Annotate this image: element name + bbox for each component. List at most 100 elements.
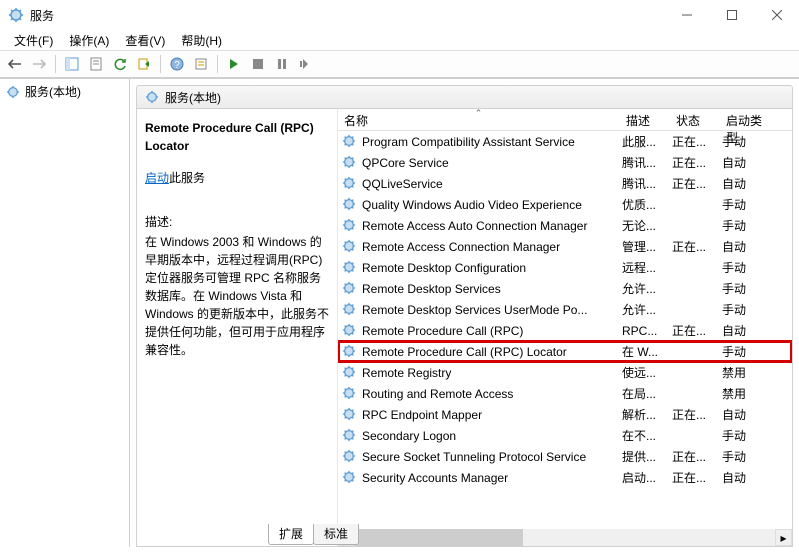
titlebar: 服务	[0, 0, 799, 30]
table-row[interactable]: Quality Windows Audio Video Experience优质…	[338, 194, 792, 215]
cell-description: 腾讯...	[622, 175, 672, 192]
description-label: 描述:	[145, 213, 329, 231]
cell-startup: 禁用	[722, 385, 772, 402]
cell-status: 正在...	[672, 133, 722, 150]
cell-name: Remote Procedure Call (RPC)	[362, 324, 622, 338]
tree-item-services-local[interactable]: 服务(本地)	[0, 79, 129, 104]
service-icon	[342, 344, 358, 360]
table-row[interactable]: Remote Access Auto Connection Manager无论.…	[338, 215, 792, 236]
menu-view[interactable]: 查看(V)	[117, 30, 173, 51]
start-service-line: 启动此服务	[145, 169, 329, 187]
cell-name: Remote Desktop Configuration	[362, 261, 622, 275]
service-icon	[342, 281, 358, 297]
service-icon	[342, 302, 358, 318]
cell-status: 正在...	[672, 406, 722, 423]
table-row[interactable]: QPCore Service腾讯...正在...自动	[338, 152, 792, 173]
service-icon	[342, 449, 358, 465]
restart-service-button[interactable]	[295, 53, 317, 75]
cell-description: 腾讯...	[622, 154, 672, 171]
horizontal-scrollbar[interactable]: ◂ ▸	[338, 529, 792, 546]
service-icon	[342, 218, 358, 234]
table-row[interactable]: Remote Desktop Services UserMode Po...允许…	[338, 299, 792, 320]
cell-description: RPC...	[622, 324, 672, 338]
menu-help[interactable]: 帮助(H)	[173, 30, 230, 51]
services-list: 名称 描述 状态 启动类型 Program Compatibility Assi…	[337, 109, 792, 546]
cell-name: Remote Access Auto Connection Manager	[362, 219, 622, 233]
back-button[interactable]	[4, 53, 26, 75]
cell-status: 正在...	[672, 238, 722, 255]
service-icon	[342, 323, 358, 339]
cell-description: 在局...	[622, 385, 672, 402]
column-startup[interactable]: 启动类型	[720, 109, 775, 130]
cell-description: 优质...	[622, 196, 672, 213]
table-row[interactable]: Remote Registry使远...禁用	[338, 362, 792, 383]
close-button[interactable]	[754, 0, 799, 30]
cell-startup: 手动	[722, 427, 772, 444]
cell-name: Remote Desktop Services	[362, 282, 622, 296]
table-row[interactable]: Remote Procedure Call (RPC) Locator在 W..…	[338, 341, 792, 362]
help-button[interactable]: ?	[166, 53, 188, 75]
cell-description: 使远...	[622, 364, 672, 381]
service-icon	[342, 197, 358, 213]
detail-pane: Remote Procedure Call (RPC) Locator 启动此服…	[137, 109, 337, 546]
service-icon	[342, 365, 358, 381]
pause-service-button[interactable]	[271, 53, 293, 75]
cell-startup: 自动	[722, 175, 772, 192]
properties-icon[interactable]	[85, 53, 107, 75]
tab-standard[interactable]: 标准	[313, 524, 359, 545]
pane-title: 服务(本地)	[165, 89, 221, 106]
menu-action[interactable]: 操作(A)	[61, 30, 117, 51]
table-row[interactable]: Remote Procedure Call (RPC)RPC...正在...自动	[338, 320, 792, 341]
cell-description: 远程...	[622, 259, 672, 276]
cell-startup: 自动	[722, 154, 772, 171]
refresh-button[interactable]	[109, 53, 131, 75]
cell-startup: 手动	[722, 448, 772, 465]
cell-name: Secondary Logon	[362, 429, 622, 443]
cell-description: 无论...	[622, 217, 672, 234]
start-service-link[interactable]: 启动	[145, 171, 169, 185]
table-row[interactable]: Security Accounts Manager启动...正在...自动	[338, 467, 792, 488]
cell-description: 允许...	[622, 301, 672, 318]
start-service-button[interactable]	[223, 53, 245, 75]
column-status[interactable]: 状态	[670, 109, 720, 130]
toolbar: ?	[0, 50, 799, 78]
menu-file[interactable]: 文件(F)	[6, 30, 61, 51]
show-hide-tree-button[interactable]	[61, 53, 83, 75]
table-row[interactable]: Routing and Remote Access在局...禁用	[338, 383, 792, 404]
tab-extended[interactable]: 扩展	[268, 524, 314, 545]
maximize-button[interactable]	[709, 0, 754, 30]
column-description[interactable]: 描述	[620, 109, 670, 130]
cell-name: Quality Windows Audio Video Experience	[362, 198, 622, 212]
table-row[interactable]: Secure Socket Tunneling Protocol Service…	[338, 446, 792, 467]
cell-startup: 手动	[722, 301, 772, 318]
cell-status: 正在...	[672, 175, 722, 192]
cell-name: Program Compatibility Assistant Service	[362, 135, 622, 149]
table-row[interactable]: Program Compatibility Assistant Service此…	[338, 131, 792, 152]
cell-startup: 禁用	[722, 364, 772, 381]
table-row[interactable]: Remote Access Connection Manager管理...正在.…	[338, 236, 792, 257]
table-row[interactable]: Secondary Logon在不...手动	[338, 425, 792, 446]
column-name[interactable]: 名称	[338, 109, 620, 130]
table-row[interactable]: Remote Desktop Services允许...手动	[338, 278, 792, 299]
export-button[interactable]	[133, 53, 155, 75]
cell-status: 正在...	[672, 154, 722, 171]
scroll-right-icon[interactable]: ▸	[775, 529, 792, 546]
properties-button[interactable]	[190, 53, 212, 75]
table-row[interactable]: Remote Desktop Configuration远程...手动	[338, 257, 792, 278]
service-icon	[342, 407, 358, 423]
table-row[interactable]: RPC Endpoint Mapper解析...正在...自动	[338, 404, 792, 425]
forward-button[interactable]	[28, 53, 50, 75]
cell-startup: 自动	[722, 469, 772, 486]
cell-name: Security Accounts Manager	[362, 471, 622, 485]
table-row[interactable]: QQLiveService腾讯...正在...自动	[338, 173, 792, 194]
svg-text:?: ?	[174, 60, 180, 71]
stop-service-button[interactable]	[247, 53, 269, 75]
service-icon	[342, 428, 358, 444]
service-icon	[342, 386, 358, 402]
list-header: 名称 描述 状态 启动类型	[338, 109, 792, 131]
minimize-button[interactable]	[664, 0, 709, 30]
cell-status: 正在...	[672, 469, 722, 486]
cell-description: 允许...	[622, 280, 672, 297]
cell-description: 在 W...	[622, 343, 672, 360]
window-title: 服务	[30, 7, 664, 24]
